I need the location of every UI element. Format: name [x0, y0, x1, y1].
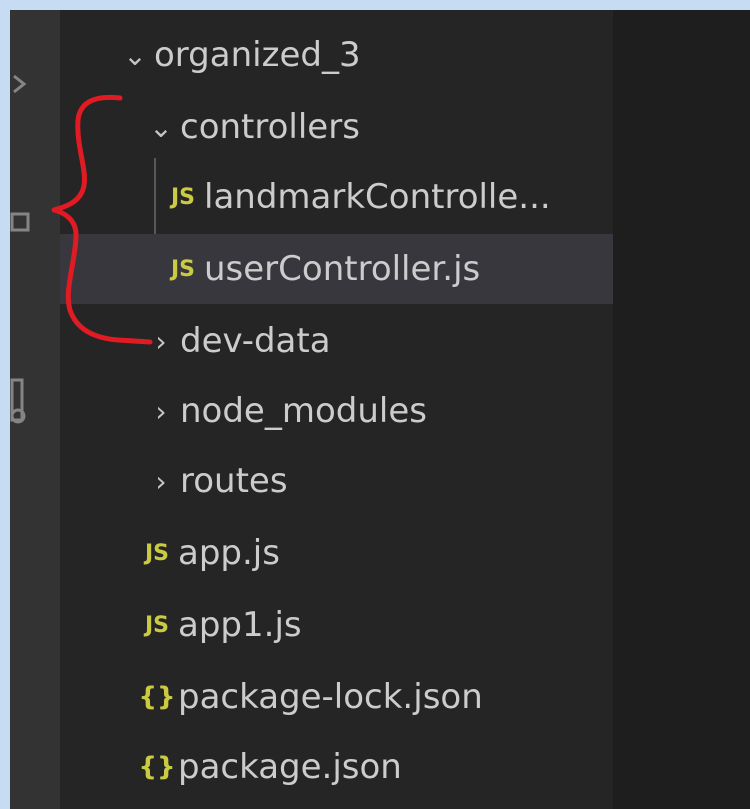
tree-item-root-folder[interactable]: ⌄ organized_3	[60, 20, 613, 90]
tree-item-folder-dev-data[interactable]: › dev-data	[60, 306, 613, 376]
tree-item-file-package-lock-json[interactable]: {} package-lock.json	[60, 662, 613, 732]
activity-bar	[10, 10, 60, 809]
tree-item-folder-controllers[interactable]: ⌄ controllers	[60, 92, 613, 162]
window-top-border	[0, 0, 750, 10]
tree-item-file-landmarkcontroller[interactable]: JS landmarkControlle...	[60, 162, 613, 232]
tree-item-folder-node-modules[interactable]: › node_modules	[60, 376, 613, 446]
tree-item-label: package.json	[178, 747, 402, 787]
tree-item-label: controllers	[180, 107, 360, 147]
window-left-border	[0, 10, 10, 809]
tree-item-label: landmarkControlle...	[204, 177, 551, 217]
tree-item-label: dev-data	[180, 321, 331, 361]
json-file-icon: {}	[138, 752, 176, 782]
javascript-file-icon: JS	[144, 540, 170, 566]
tree-item-label: package-lock.json	[178, 677, 483, 717]
chevron-down-icon: ⌄	[123, 38, 147, 72]
javascript-file-icon: JS	[170, 184, 196, 210]
tree-item-label: organized_3	[154, 35, 361, 75]
debug-icon[interactable]	[10, 370, 34, 430]
tree-item-folder-routes[interactable]: › routes	[60, 446, 613, 516]
tree-item-file-app1-js[interactable]: JS app1.js	[60, 590, 613, 660]
tree-item-label: app.js	[178, 533, 280, 573]
tree-item-label: routes	[180, 461, 288, 501]
extensions-icon[interactable]	[10, 210, 34, 234]
json-file-icon: {}	[138, 682, 176, 712]
tree-item-label: userController.js	[204, 249, 481, 289]
source-control-icon[interactable]	[10, 72, 34, 96]
javascript-file-icon: JS	[144, 612, 170, 638]
tree-item-file-app-js[interactable]: JS app.js	[60, 518, 613, 588]
vscode-window: ⌄ organized_3 ⌄ controllers JS landmarkC…	[0, 0, 750, 809]
tree-item-file-package-json[interactable]: {} package.json	[60, 732, 613, 802]
editor-area	[613, 10, 750, 809]
chevron-right-icon: ›	[155, 324, 167, 358]
javascript-file-icon: JS	[170, 256, 196, 282]
tree-item-label: node_modules	[180, 391, 427, 431]
tree-item-file-usercontroller[interactable]: JS userController.js	[60, 234, 613, 304]
chevron-right-icon: ›	[155, 394, 167, 428]
chevron-down-icon: ⌄	[149, 110, 173, 144]
chevron-right-icon: ›	[155, 464, 167, 498]
tree-item-label: app1.js	[178, 605, 302, 645]
